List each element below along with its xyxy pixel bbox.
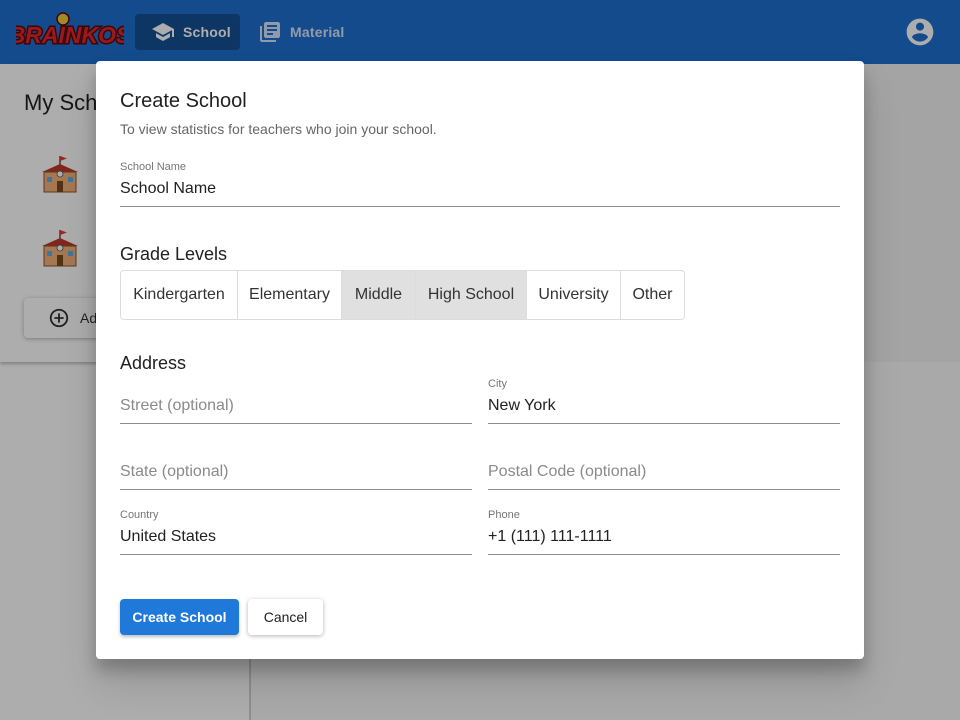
country-field: Country — [120, 509, 472, 555]
grade-levels-toggle-group: Kindergarten Elementary Middle High Scho… — [120, 270, 685, 320]
phone-underline — [488, 554, 840, 555]
dialog-title: Create School — [120, 90, 247, 112]
school-name-label: School Name — [120, 161, 187, 173]
city-input[interactable] — [488, 397, 840, 415]
state-field — [120, 444, 472, 490]
grade-option-middle[interactable]: Middle — [342, 271, 416, 319]
phone-label: Phone — [488, 509, 520, 521]
dialog-subtitle: To view statistics for teachers who join… — [120, 121, 437, 137]
grade-option-high-school[interactable]: High School — [416, 271, 527, 319]
address-heading: Address — [120, 353, 187, 373]
city-underline — [488, 423, 840, 424]
grade-option-elementary[interactable]: Elementary — [238, 271, 342, 319]
country-input[interactable] — [120, 528, 472, 546]
country-label: Country — [120, 509, 159, 521]
state-underline — [120, 489, 472, 490]
postal-code-underline — [488, 489, 840, 490]
phone-field: Phone — [488, 509, 840, 555]
state-input[interactable] — [120, 463, 472, 481]
street-input[interactable] — [120, 397, 472, 415]
street-field — [120, 378, 472, 424]
create-school-button[interactable]: Create School — [120, 599, 239, 635]
city-label: City — [488, 378, 507, 390]
grade-option-other[interactable]: Other — [621, 271, 684, 319]
street-underline — [120, 423, 472, 424]
school-name-input[interactable] — [120, 180, 840, 198]
city-field: City — [488, 378, 840, 424]
phone-input[interactable] — [488, 528, 840, 546]
grade-levels-heading: Grade Levels — [120, 244, 228, 264]
cancel-button[interactable]: Cancel — [248, 599, 323, 635]
postal-code-input[interactable] — [488, 463, 840, 481]
school-name-underline — [120, 206, 840, 207]
grade-option-university[interactable]: University — [527, 271, 621, 319]
country-underline — [120, 554, 472, 555]
grade-option-kindergarten[interactable]: Kindergarten — [121, 271, 238, 319]
postal-code-field — [488, 444, 840, 490]
school-name-field: School Name — [120, 161, 840, 207]
create-school-dialog: Create School To view statistics for tea… — [96, 61, 864, 659]
